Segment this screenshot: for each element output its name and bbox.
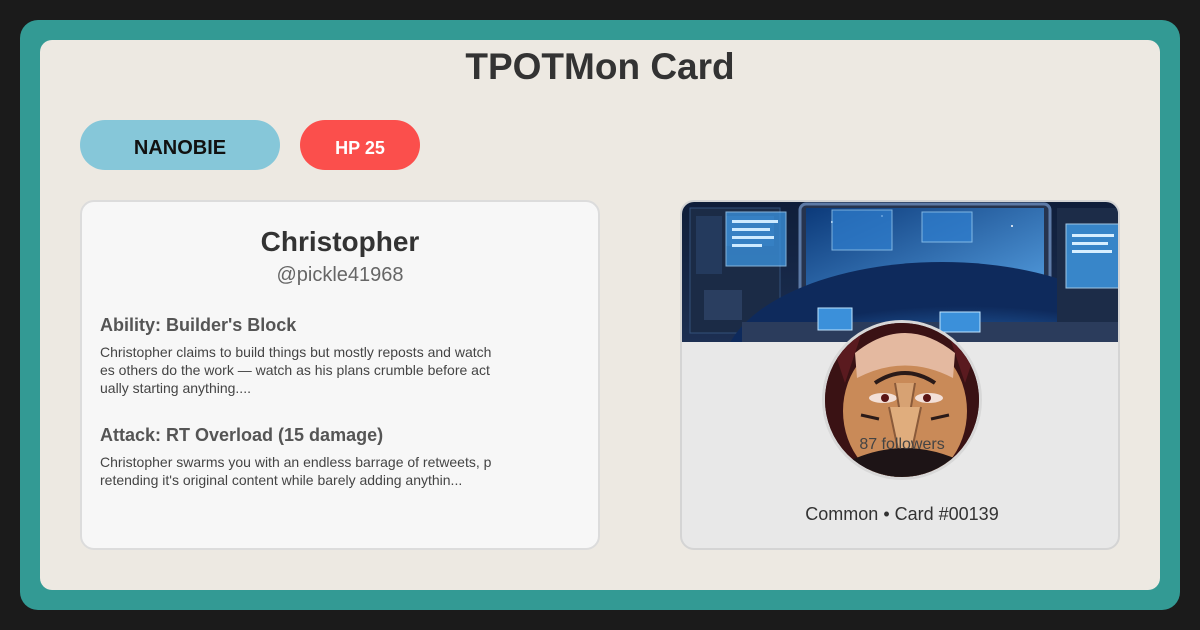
attack-title: Attack: RT Overload (15 damage) — [100, 425, 384, 445]
ability-description: Christopher claims to build things but m… — [100, 344, 492, 396]
page-title: TPOTMon Card — [465, 46, 735, 87]
type-badge: NANOBIE — [80, 120, 280, 170]
attack-description: Christopher swarms you with an endless b… — [100, 454, 492, 488]
ability-title: Ability: Builder's Block — [100, 315, 297, 335]
profile-panel: 87 followers Common • Card #00139 — [680, 200, 1120, 550]
rarity-card-number: Common • Card #00139 — [805, 504, 999, 524]
type-badge-label: NANOBIE — [133, 136, 227, 159]
followers-count: 87 followers — [859, 436, 945, 453]
hp-badge: HP 25 — [300, 120, 420, 170]
profile-handle: @pickle41968 — [276, 264, 404, 286]
profile-avatar — [822, 320, 982, 480]
profile-name: Christopher — [260, 226, 420, 257]
hp-badge-label: HP 25 — [335, 137, 385, 158]
avatar-image — [825, 323, 979, 477]
card-details-panel: Christopher @pickle41968 Ability: Builde… — [80, 200, 600, 550]
